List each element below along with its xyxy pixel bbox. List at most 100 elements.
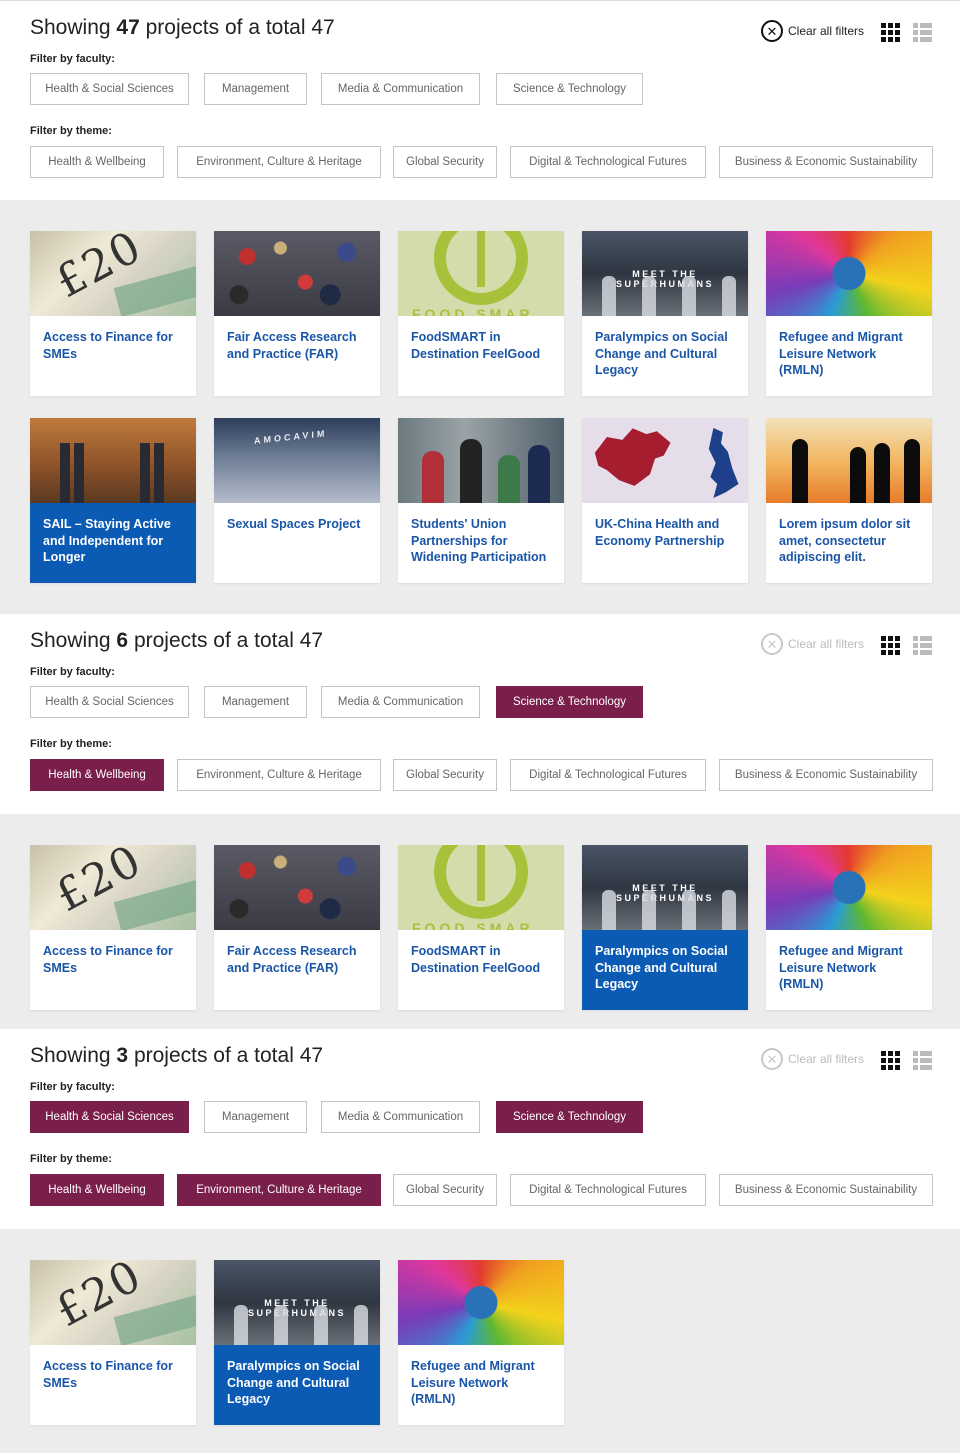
faculty-chip-health-social-sciences[interactable]: Health & Social Sciences xyxy=(30,73,189,105)
theme-chip-digital-technological-futures[interactable]: Digital & Technological Futures xyxy=(510,759,706,791)
project-card-sexual-spaces[interactable]: AMOCAVIM Sexual Spaces Project xyxy=(214,418,380,583)
faculty-filter-label: Filter by faculty: xyxy=(30,53,115,65)
project-title: Fair Access Research and Practice (FAR) xyxy=(227,944,357,975)
faculty-chip-media-communication[interactable]: Media & Communication xyxy=(321,73,480,105)
project-title: Refugee and Migrant Leisure Network (RML… xyxy=(779,330,903,377)
close-circle-icon: ✕ xyxy=(761,20,783,42)
faculty-chip-media-communication[interactable]: Media & Communication xyxy=(321,686,480,718)
list-view-icon[interactable] xyxy=(913,1051,932,1070)
theme-chip-health-wellbeing[interactable]: Health & Wellbeing xyxy=(30,759,164,791)
project-thumbnail: FOOD SMAR xyxy=(398,231,564,316)
project-thumbnail xyxy=(766,845,932,930)
theme-filter-label: Filter by theme: xyxy=(30,1153,112,1165)
project-thumbnail: MEET THE SUPERHUMANS xyxy=(582,845,748,930)
project-card-lorem[interactable]: Lorem ipsum dolor sit amet, consectetur … xyxy=(766,418,932,583)
faculty-chip-health-social-sciences[interactable]: Health & Social Sciences xyxy=(30,686,189,718)
results-heading: Showing 47 projects of a total 47 xyxy=(30,16,335,39)
project-thumbnail xyxy=(214,231,380,316)
faculty-filter-label: Filter by faculty: xyxy=(30,666,115,678)
project-title: Access to Finance for SMEs xyxy=(43,944,173,975)
theme-chip-business-economic-sustainability[interactable]: Business & Economic Sustainability xyxy=(719,1174,933,1206)
theme-chip-environment-culture-heritage[interactable]: Environment, Culture & Heritage xyxy=(177,146,381,178)
project-thumbnail: FOOD SMAR xyxy=(398,845,564,930)
clear-all-filters-button[interactable]: ✕ Clear all filters xyxy=(761,633,864,655)
project-card-refugee[interactable]: Refugee and Migrant Leisure Network (RML… xyxy=(766,845,932,1010)
project-card-fair-access[interactable]: Fair Access Research and Practice (FAR) xyxy=(214,231,380,396)
project-thumbnail: MEET THE SUPERHUMANS xyxy=(214,1260,380,1345)
project-thumbnail xyxy=(766,231,932,316)
theme-chip-global-security[interactable]: Global Security xyxy=(393,146,497,178)
project-thumbnail: £20 xyxy=(30,845,196,930)
project-card-paralympics[interactable]: MEET THE SUPERHUMANS Paralympics on Soci… xyxy=(582,845,748,1010)
project-title: Paralympics on Social Change and Cultura… xyxy=(595,944,728,991)
theme-chip-environment-culture-heritage[interactable]: Environment, Culture & Heritage xyxy=(177,1174,381,1206)
close-circle-icon: ✕ xyxy=(761,1048,783,1070)
list-view-icon[interactable] xyxy=(913,636,932,655)
project-card-access-finance[interactable]: £20 Access to Finance for SMEs xyxy=(30,231,196,396)
project-card-students-union[interactable]: Students' Union Partnerships for Widenin… xyxy=(398,418,564,583)
theme-chip-environment-culture-heritage[interactable]: Environment, Culture & Heritage xyxy=(177,759,381,791)
project-card-refugee[interactable]: Refugee and Migrant Leisure Network (RML… xyxy=(766,231,932,396)
theme-filter-label: Filter by theme: xyxy=(30,738,112,750)
clear-all-filters-button[interactable]: ✕ Clear all filters xyxy=(761,20,864,42)
theme-chip-business-economic-sustainability[interactable]: Business & Economic Sustainability xyxy=(719,146,933,178)
grid-view-icon[interactable] xyxy=(881,636,900,655)
filter-panel-three: Showing 3 projects of a total 47 ✕ Clear… xyxy=(0,1029,960,1229)
project-thumbnail xyxy=(766,418,932,503)
project-thumbnail xyxy=(30,418,196,503)
project-title: SAIL – Staying Active and Independent fo… xyxy=(43,517,171,564)
project-card-fair-access[interactable]: Fair Access Research and Practice (FAR) xyxy=(214,845,380,1010)
project-title: UK-China Health and Economy Partnership xyxy=(595,517,725,548)
project-card-access-finance[interactable]: £20 Access to Finance for SMEs xyxy=(30,1260,196,1425)
grid-view-icon[interactable] xyxy=(881,1051,900,1070)
project-card-access-finance[interactable]: £20 Access to Finance for SMEs xyxy=(30,845,196,1010)
faculty-chip-management[interactable]: Management xyxy=(204,1101,307,1133)
project-card-foodsmart[interactable]: FOOD SMAR FoodSMART in Destination FeelG… xyxy=(398,231,564,396)
project-title: Access to Finance for SMEs xyxy=(43,330,173,361)
filter-panel-all: Showing 47 projects of a total 47 ✕ Clea… xyxy=(0,0,960,200)
project-title: Sexual Spaces Project xyxy=(227,517,361,531)
theme-chip-global-security[interactable]: Global Security xyxy=(393,1174,497,1206)
project-card-uk-china[interactable]: UK-China Health and Economy Partnership xyxy=(582,418,748,583)
project-title: Fair Access Research and Practice (FAR) xyxy=(227,330,357,361)
project-thumbnail: MEET THE SUPERHUMANS xyxy=(582,231,748,316)
project-title: FoodSMART in Destination FeelGood xyxy=(411,944,541,975)
project-title: Students' Union Partnerships for Widenin… xyxy=(411,517,547,564)
project-title: Access to Finance for SMEs xyxy=(43,1359,173,1390)
theme-chip-digital-technological-futures[interactable]: Digital & Technological Futures xyxy=(510,1174,706,1206)
faculty-chip-science-technology[interactable]: Science & Technology xyxy=(496,1101,643,1133)
faculty-filter-label: Filter by faculty: xyxy=(30,1081,115,1093)
grid-view-icon[interactable] xyxy=(881,23,900,42)
faculty-chip-health-social-sciences[interactable]: Health & Social Sciences xyxy=(30,1101,189,1133)
faculty-chip-science-technology[interactable]: Science & Technology xyxy=(496,73,643,105)
project-title: FoodSMART in Destination FeelGood xyxy=(411,330,541,361)
theme-chip-digital-technological-futures[interactable]: Digital & Technological Futures xyxy=(510,146,706,178)
theme-chip-global-security[interactable]: Global Security xyxy=(393,759,497,791)
project-thumbnail xyxy=(214,845,380,930)
project-card-refugee[interactable]: Refugee and Migrant Leisure Network (RML… xyxy=(398,1260,564,1425)
project-thumbnail xyxy=(398,1260,564,1345)
project-thumbnail: AMOCAVIM xyxy=(214,418,380,503)
theme-chip-health-wellbeing[interactable]: Health & Wellbeing xyxy=(30,146,164,178)
clear-all-filters-button[interactable]: ✕ Clear all filters xyxy=(761,1048,864,1070)
project-thumbnail: £20 xyxy=(30,1260,196,1345)
project-title: Refugee and Migrant Leisure Network (RML… xyxy=(411,1359,535,1406)
project-card-paralympics[interactable]: MEET THE SUPERHUMANS Paralympics on Soci… xyxy=(214,1260,380,1425)
project-title: Paralympics on Social Change and Cultura… xyxy=(595,330,728,377)
results-heading: Showing 6 projects of a total 47 xyxy=(30,629,324,652)
results-heading: Showing 3 projects of a total 47 xyxy=(30,1044,324,1067)
project-thumbnail: £20 xyxy=(30,231,196,316)
project-card-sail[interactable]: SAIL – Staying Active and Independent fo… xyxy=(30,418,196,583)
faculty-chip-science-technology[interactable]: Science & Technology xyxy=(496,686,643,718)
theme-chip-business-economic-sustainability[interactable]: Business & Economic Sustainability xyxy=(719,759,933,791)
faculty-chip-management[interactable]: Management xyxy=(204,73,307,105)
faculty-chip-media-communication[interactable]: Media & Communication xyxy=(321,1101,480,1133)
project-card-foodsmart[interactable]: FOOD SMAR FoodSMART in Destination FeelG… xyxy=(398,845,564,1010)
project-title: Refugee and Migrant Leisure Network (RML… xyxy=(779,944,903,991)
list-view-icon[interactable] xyxy=(913,23,932,42)
theme-filter-label: Filter by theme: xyxy=(30,125,112,137)
faculty-chip-management[interactable]: Management xyxy=(204,686,307,718)
theme-chip-health-wellbeing[interactable]: Health & Wellbeing xyxy=(30,1174,164,1206)
filter-panel-six: Showing 6 projects of a total 47 ✕ Clear… xyxy=(0,614,960,814)
project-card-paralympics[interactable]: MEET THE SUPERHUMANS Paralympics on Soci… xyxy=(582,231,748,396)
